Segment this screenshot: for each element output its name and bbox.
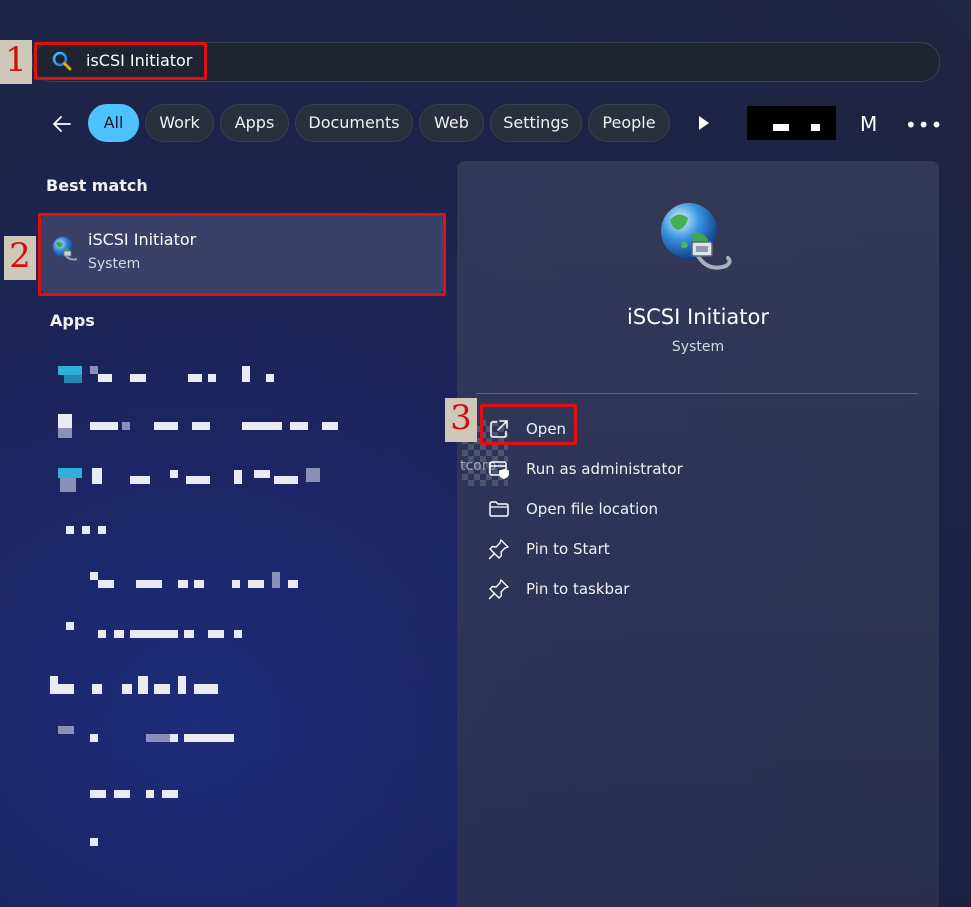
avatar[interactable]: M (860, 112, 877, 136)
annotation-number-1: 1 (0, 40, 32, 84)
more-options-icon[interactable]: ••• (905, 113, 943, 137)
filter-apps[interactable]: Apps (220, 104, 289, 142)
detail-subtitle: System (671, 339, 725, 355)
app-result-item[interactable] (66, 622, 256, 646)
filter-all[interactable]: All (88, 104, 139, 142)
pin-icon (488, 579, 509, 600)
iscsi-globe-icon (661, 203, 732, 270)
action-pin-to-start[interactable]: Pin to Start (488, 537, 628, 563)
detail-title: iSCSI Initiator (626, 305, 770, 329)
app-result-item[interactable] (90, 834, 110, 858)
filter-web[interactable]: Web (419, 104, 484, 142)
folder-icon (489, 501, 509, 517)
action-label: Pin to taskbar (526, 580, 630, 598)
annotation-box-2 (38, 213, 446, 296)
action-label: Run as administrator (526, 460, 683, 478)
app-result-item[interactable] (58, 366, 288, 390)
action-label: Pin to Start (526, 540, 610, 558)
filter-documents[interactable]: Documents (295, 104, 413, 142)
app-result-item[interactable] (66, 522, 126, 546)
filter-work[interactable]: Work (145, 104, 214, 142)
app-result-item[interactable] (58, 414, 348, 438)
apps-heading: Apps (50, 311, 95, 330)
annotation-number-2: 2 (4, 236, 36, 280)
annotation-box-3 (480, 404, 577, 445)
pin-icon (488, 539, 509, 560)
action-run-as-administrator[interactable]: Run as administrator (488, 457, 688, 483)
action-label: Open file location (526, 500, 658, 518)
app-result-item[interactable] (90, 572, 310, 596)
back-arrow-icon[interactable] (50, 112, 74, 136)
app-result-item[interactable] (90, 786, 190, 810)
best-match-heading: Best match (46, 176, 148, 195)
redacted-account-block (747, 106, 836, 140)
app-result-item[interactable] (58, 466, 328, 492)
play-icon[interactable] (697, 115, 711, 131)
annotation-box-1 (34, 42, 207, 80)
app-result-item[interactable] (58, 726, 248, 750)
filter-people[interactable]: People (588, 104, 670, 142)
action-pin-to-taskbar[interactable]: Pin to taskbar (488, 577, 638, 603)
app-result-item[interactable] (50, 676, 230, 700)
detail-divider (476, 393, 918, 394)
annotation-number-3: 3 (445, 398, 477, 442)
action-open-file-location[interactable]: Open file location (488, 497, 668, 523)
admin-shield-icon (489, 461, 509, 479)
filter-settings[interactable]: Settings (490, 104, 582, 142)
